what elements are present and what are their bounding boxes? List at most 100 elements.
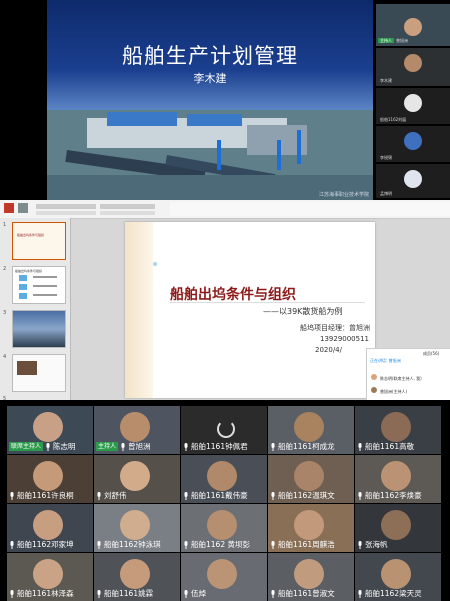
participant-face xyxy=(381,510,411,540)
participant-face xyxy=(207,510,237,540)
slide-thumbnail[interactable] xyxy=(12,310,66,348)
mic-icon xyxy=(358,491,362,500)
slide-number: 3 xyxy=(3,310,7,316)
participant-label: 船舶1161周麒浩 xyxy=(270,539,335,550)
participant-name: 曾旭洲 xyxy=(396,38,408,43)
member-item[interactable]: 陈志明(联席主持人, 我) xyxy=(380,376,422,382)
avatar xyxy=(404,94,422,112)
participant-label: 船舶1161林泽森 xyxy=(9,588,74,599)
side-video-tile[interactable]: 孟博明 xyxy=(376,164,450,198)
avatar xyxy=(371,387,377,393)
participant-label: 船舶1161高敬 xyxy=(357,441,414,452)
host-badge: 联席主持人 xyxy=(9,442,44,451)
mic-icon xyxy=(184,589,188,598)
participant-label: 船舶1161曾淑文 xyxy=(270,588,335,599)
member-count: 成员(56) xyxy=(423,351,440,356)
member-item[interactable]: 曾旭洲(主持人) xyxy=(380,389,407,395)
participant-video-tile[interactable]: 联席主持人 陈志明 xyxy=(7,406,93,454)
mic-icon xyxy=(271,442,275,451)
current-slide-canvas[interactable]: 船舶出坞条件与组织 ——以39K散货船为例 船坞项目经理：曾旭洲 1392900… xyxy=(125,222,375,398)
participant-video-tile[interactable]: 船舶1162李焕豪 xyxy=(355,455,441,503)
participant-label: 伍焯 xyxy=(183,588,206,599)
side-video-tile[interactable]: 李木建 xyxy=(376,48,450,86)
participant-name: 孟博明 xyxy=(380,191,392,196)
participant-video-tile[interactable]: 船舶1162钟泳琪 xyxy=(94,504,180,552)
side-video-tile[interactable]: 主持人 曾旭洲 xyxy=(376,4,450,46)
participant-name: 刘舒伟 xyxy=(104,491,127,500)
thumb-title: 船舶出坞条件与组织 xyxy=(15,269,43,273)
font-select[interactable] xyxy=(36,204,96,209)
paragraph-row[interactable] xyxy=(100,204,155,209)
slide-thumbnail[interactable] xyxy=(12,354,66,392)
participant-name: 船舶1162钟泳琪 xyxy=(104,540,161,549)
paste-icon[interactable] xyxy=(4,203,14,213)
avatar xyxy=(404,18,422,36)
mic-icon xyxy=(97,589,101,598)
participant-face xyxy=(33,461,63,491)
participant-name: 船舶1161姚霖 xyxy=(104,589,154,598)
shared-slide-cover: 船舶生产计划管理 李木建 江苏海事职业技术学院 xyxy=(47,0,373,200)
participant-name: 船舶1161周麒浩 xyxy=(278,540,335,549)
participant-face xyxy=(294,412,324,442)
avatar xyxy=(404,54,422,72)
slide-title: 船舶生产计划管理 xyxy=(122,44,298,68)
mic-icon xyxy=(358,589,362,598)
participant-video-tile[interactable]: 船舶1161林泽森 xyxy=(7,553,93,601)
slide-number: 2 xyxy=(3,266,7,272)
side-video-tile[interactable]: 船舶1162刘展 xyxy=(376,88,450,124)
participant-label: 主持人 曾旭洲 xyxy=(96,441,151,452)
avatar xyxy=(404,170,422,188)
mic-icon xyxy=(121,442,125,451)
ribbon-blank xyxy=(170,202,450,216)
participant-face xyxy=(381,412,411,442)
participant-face xyxy=(294,461,324,491)
date-text: 2020/4/ xyxy=(315,346,342,354)
participant-video-tile[interactable]: 伍焯 xyxy=(181,553,267,601)
slide-thumbnail[interactable]: 船舶出坞条件与组织 xyxy=(12,222,66,260)
participant-video-tile[interactable]: 船舶1161曾淑文 xyxy=(268,553,354,601)
participant-video-tile[interactable]: 船舶1162温琪文 xyxy=(268,455,354,503)
participant-name: 船舶1162温琪文 xyxy=(278,491,335,500)
participant-name: 船舶1162邓家坤 xyxy=(17,540,74,549)
participant-video-tile[interactable]: 船舶1162邓家坤 xyxy=(7,504,93,552)
participant-name: 张海帆 xyxy=(365,540,388,549)
member-list-panel[interactable]: 成员(56) 正在讲话: 曾旭洲 陈志明(联席主持人, 我) 曾旭洲(主持人) xyxy=(366,348,450,402)
participant-name: 伍焯 xyxy=(191,589,206,598)
participant-name: 李锐锦 xyxy=(380,155,392,160)
participant-video-tile[interactable]: 刘舒伟 xyxy=(94,455,180,503)
participant-video-tile[interactable]: 船舶1162梁天灵 xyxy=(355,553,441,601)
side-video-tile[interactable]: 李锐锦 xyxy=(376,126,450,162)
participant-video-tile[interactable]: 船舶1161柯成龙 xyxy=(268,406,354,454)
participant-face xyxy=(120,412,150,442)
slide-thumbnail[interactable]: 船舶出坞条件与组织 xyxy=(12,266,66,304)
participant-label: 刘舒伟 xyxy=(96,490,127,501)
participant-video-tile[interactable]: 张海帆 xyxy=(355,504,441,552)
mic-icon xyxy=(97,491,101,500)
participant-label: 船舶1161柯成龙 xyxy=(270,441,335,452)
participant-video-tile[interactable]: 船舶1161钟佩君 xyxy=(181,406,267,454)
title-divider xyxy=(170,302,365,303)
participant-face xyxy=(120,461,150,491)
participant-name: 李木建 xyxy=(380,78,392,83)
participant-name: 船舶1161戴伟豪 xyxy=(191,491,248,500)
host-badge: 主持人 xyxy=(96,442,119,451)
host-badge: 主持人 xyxy=(378,38,394,43)
participant-face xyxy=(120,559,150,589)
participant-video-tile[interactable]: 船舶1161高敬 xyxy=(355,406,441,454)
participant-video-tile[interactable]: 船舶1161戴伟豪 xyxy=(181,455,267,503)
mic-icon xyxy=(271,540,275,549)
mic-icon xyxy=(10,491,14,500)
format-icon[interactable] xyxy=(18,203,28,213)
phone-number: 13929000511 xyxy=(320,335,369,343)
participant-video-tile[interactable]: 主持人 曾旭洲 xyxy=(94,406,180,454)
loading-spinner-icon xyxy=(217,420,235,438)
participant-video-tile[interactable]: 船舶1162 黄坝彭 xyxy=(181,504,267,552)
participant-video-tile[interactable]: 船舶1161周麒浩 xyxy=(268,504,354,552)
font-style-row[interactable] xyxy=(36,211,96,215)
participant-face xyxy=(294,510,324,540)
participant-face xyxy=(33,510,63,540)
avatar xyxy=(371,374,377,380)
paragraph-row-2[interactable] xyxy=(100,211,155,215)
participant-video-tile[interactable]: 船舶1161许良桐 xyxy=(7,455,93,503)
participant-video-tile[interactable]: 船舶1161姚霖 xyxy=(94,553,180,601)
